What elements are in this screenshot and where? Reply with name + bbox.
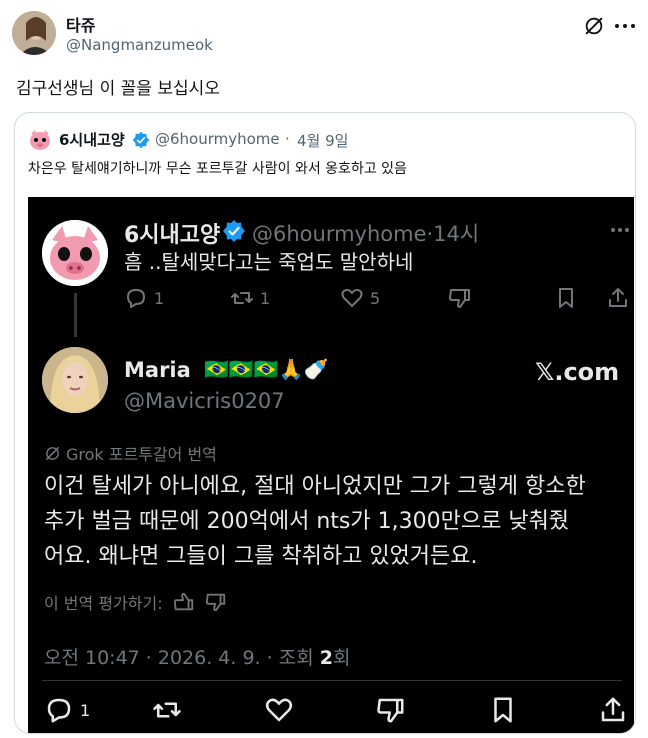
author-name[interactable]: 타쥬 [66, 12, 95, 36]
retweet-icon [153, 702, 181, 718]
x-brand-watermark: 𝕏.com [535, 358, 620, 386]
reply-icon [127, 289, 145, 308]
heart-icon [341, 288, 363, 307]
quoted-author-name[interactable]: 6시내고양 [59, 129, 125, 150]
reply-icon [47, 698, 71, 723]
share-action [606, 286, 630, 310]
author-handle[interactable]: @Nangmanzumeok [66, 36, 213, 54]
divider [42, 680, 622, 681]
grok-label-text: Grok 포르투갈어 번역 [66, 445, 217, 464]
retweet-count: 1 [260, 288, 271, 308]
reply-action: 1 [124, 286, 164, 310]
author-avatar[interactable] [12, 11, 56, 55]
thumbs-up-icon [173, 592, 193, 611]
retweet-icon [231, 292, 253, 304]
bookmark-icon [494, 697, 512, 723]
share-icon [601, 697, 625, 722]
verified-badge-icon [223, 220, 245, 242]
like-count: 5 [370, 288, 381, 308]
reply-action: 1 [44, 695, 90, 725]
reply-count: 1 [154, 288, 165, 308]
tweet-text: 김구선생님 이 꼴을 보십시오 [16, 79, 220, 99]
bookmark-action [488, 695, 518, 725]
grok-translation-label: Grok 포르투갈어 번역 [44, 441, 217, 465]
reply-count: 1 [80, 700, 91, 720]
dislike-action [448, 286, 472, 310]
thumbs-down-icon [377, 698, 404, 723]
dislike-action [376, 695, 406, 725]
thread-author-handle: @6hourmyhome·14시 [252, 222, 480, 246]
rate-translation: 이 번역 평가하기: [44, 590, 227, 614]
quoted-tweet-card[interactable]: 6시내고양 @6hourmyhome · 4월 9일 차은우 탈세얘기하니까 무… [14, 112, 636, 734]
meta-suffix: 회 [332, 647, 351, 669]
rate-translation-label: 이 번역 평가하기: [44, 594, 163, 613]
translated-tweet-body: 이건 탈세가 아니에요, 절대 아니었지만 그가 그렇게 항소한 추가 벌금 때… [44, 469, 629, 574]
thumbs-down-icon [449, 289, 470, 308]
retweet-action [152, 695, 182, 725]
main-author-handle: @Mavicris0207 [124, 389, 285, 413]
retweet-action: 1 [230, 286, 270, 310]
like-action: 5 [340, 286, 380, 310]
tweet-meta: 오전 10:47 · 2026. 4. 9. · 조회 2회 [44, 643, 350, 670]
thread-tweet-text: 흠 ..탈세맞다고는 죽업도 말안하네 [124, 250, 414, 274]
quoted-date[interactable]: 4월 9일 [297, 130, 348, 151]
quoted-author-handle[interactable]: @6hourmyhome [155, 130, 280, 148]
grok-icon[interactable] [583, 15, 605, 37]
share-icon [609, 288, 627, 307]
thread-author-name: 6시내고양 [124, 223, 221, 248]
thread-author-avatar [42, 220, 108, 286]
share-action [598, 695, 628, 725]
more-options-icon [611, 228, 629, 232]
separator-dot: · [285, 130, 290, 148]
more-options-icon[interactable] [614, 22, 636, 30]
heart-icon [265, 698, 293, 722]
body-line: 어요. 왜냐면 그들이 그를 착취하고 있었거든요. [44, 544, 478, 569]
bookmark-action [554, 286, 578, 310]
meta-timestamp: 오전 10:47 · 2026. 4. 9. · 조회 [44, 647, 320, 669]
author-emojis: 🇧🇷🇧🇷🇧🇷🙏🍼 [204, 357, 329, 381]
verified-badge-icon [132, 131, 150, 149]
quoted-tweet-text: 차은우 탈세얘기하니까 무슨 포르투갈 사람이 와서 옹호하고 있음 [28, 161, 407, 177]
quoted-author-avatar[interactable] [28, 128, 52, 152]
embedded-screenshot: 6시내고양 @6hourmyhome·14시 흠 ..탈세맞다고는 죽업도 말안… [28, 197, 634, 733]
thread-connector-line [74, 293, 77, 337]
main-author-name: Maria [124, 358, 191, 382]
bookmark-icon [559, 288, 573, 308]
like-action [264, 695, 294, 725]
view-count: 2 [319, 647, 333, 669]
grok-icon [46, 446, 59, 460]
body-line: 추가 벌금 때문에 200억에서 nts가 1,300만으로 낮춰줬 [44, 509, 570, 534]
thumbs-down-icon [205, 593, 225, 612]
main-author-avatar [42, 347, 108, 413]
body-line: 이건 탈세가 아니에요, 절대 아니었지만 그가 그렇게 항소한 [44, 474, 586, 499]
